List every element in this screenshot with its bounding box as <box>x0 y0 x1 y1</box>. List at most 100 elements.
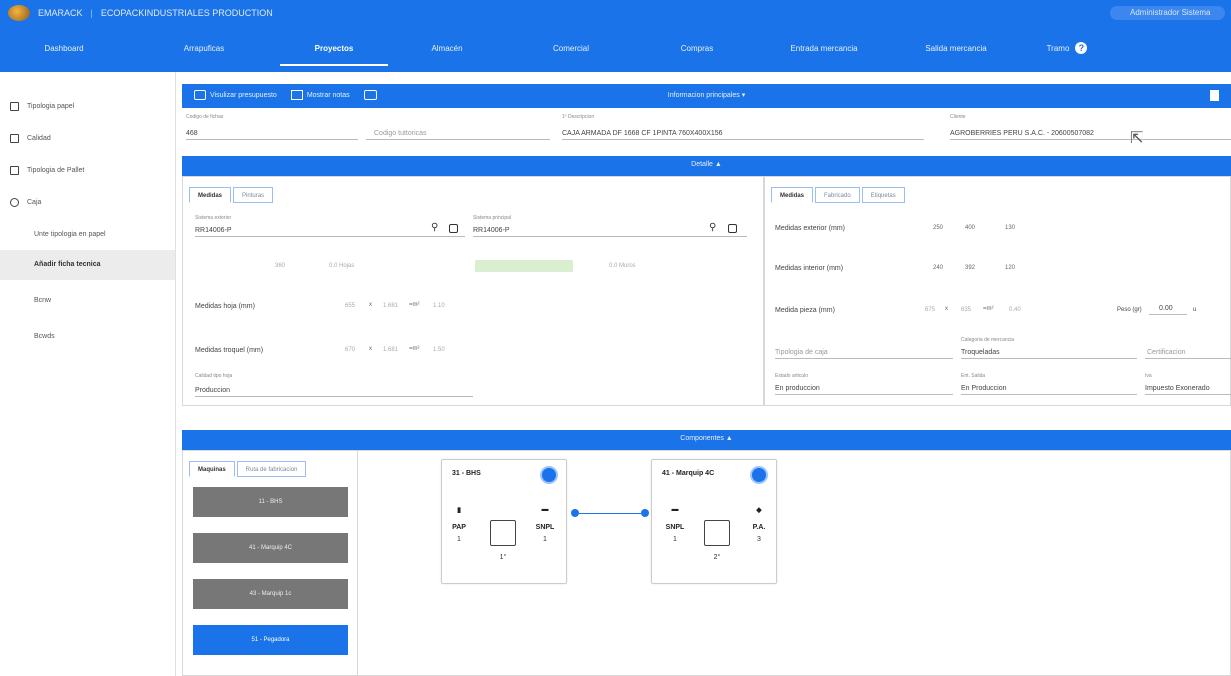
hoja-label: Medidas hoja (mm) <box>195 303 255 310</box>
troquel-c[interactable]: 1.50 <box>433 347 445 353</box>
detail-header[interactable]: Detalle ▲ <box>182 156 1231 176</box>
ext-val-b[interactable]: 400 <box>965 225 975 231</box>
pieza-a[interactable]: 675 <box>925 307 935 313</box>
customer-code-field[interactable]: Codigo tuttoricas <box>366 114 550 140</box>
machine-card[interactable]: 41 - Marquip 4C ▬ SNPL 1 2° ◆ P.A. 3 <box>651 459 777 584</box>
search-icon[interactable]: ⚲ <box>709 223 719 233</box>
nav-tramo[interactable]: Tramo? <box>1022 34 1112 66</box>
pieza-b[interactable]: 635 <box>961 307 971 313</box>
int-val-b[interactable]: 392 <box>965 265 975 271</box>
machine-icon <box>704 520 730 546</box>
sidebar-sub-bcwds[interactable]: Bcwds <box>0 322 175 352</box>
description-field[interactable]: 1º Descripcion CAJA ARMADA DF 1668 CF 1P… <box>562 114 924 140</box>
info-title[interactable]: Informacion principales ▾ <box>182 91 1231 99</box>
int-label: Medidas interior (mm) <box>775 265 844 272</box>
sidebar-item-calidad[interactable]: Calidad <box>0 128 175 148</box>
brand-sub: ECOPACKINDUSTRIALES PRODUCTION <box>100 8 273 18</box>
machine-button-marquip-4c[interactable]: 41 - Marquip 4C <box>193 533 348 563</box>
progress-highlight <box>475 260 573 272</box>
save-icon[interactable] <box>1210 90 1219 101</box>
sidebar-sub-bcnw[interactable]: Bcnw <box>0 286 175 316</box>
tab-fabricado[interactable]: Fabricado <box>815 187 860 203</box>
list-icon <box>10 165 19 175</box>
categoria-select[interactable]: Categoria de mercancia Troqueladas <box>961 337 1137 359</box>
machine-button-marquip-1c[interactable]: 43 - Marquip 1c <box>193 579 348 609</box>
machine-badge-icon[interactable] <box>750 466 768 484</box>
square-icon <box>10 101 19 111</box>
nav-entrada[interactable]: Entrada mercancia <box>758 34 890 66</box>
estado-select[interactable]: Estado articulo En produccion <box>775 373 953 395</box>
peso-label: Peso (gr) <box>1117 307 1142 313</box>
sidebar-item-caja[interactable]: Caja <box>0 192 175 212</box>
ext-val-a[interactable]: 250 <box>933 225 943 231</box>
sidebar: Tipologia papel Calidad Tipologia de Pal… <box>0 72 176 676</box>
client-field[interactable]: Cliente AGROBERRIES PERU S.A.C. - 206005… <box>950 114 1231 140</box>
int-val-a[interactable]: 240 <box>933 265 943 271</box>
components-header[interactable]: Componentes ▲ <box>182 430 1231 450</box>
peso-field[interactable]: 0.00 <box>1149 295 1187 315</box>
pieza-c[interactable]: 0.40 <box>1009 307 1021 313</box>
output-icon: ▬ <box>541 506 549 513</box>
main-nav: Dashboard Arrapuficas Proyectos Almacén … <box>0 34 1231 66</box>
clear-icon[interactable] <box>449 224 458 233</box>
help-icon[interactable]: ? <box>1075 42 1088 54</box>
iva-select[interactable]: Iva Impuesto Exonerado <box>1145 373 1231 395</box>
tipologia-select[interactable]: Tipologia de caja <box>775 337 953 359</box>
input-icon: ▬ <box>671 506 679 513</box>
machine-card[interactable]: 31 - BHS ▮ PAP 1 1° ▬ SNPL 1 <box>441 459 567 584</box>
nav-salida[interactable]: Salida mercancia <box>890 34 1022 66</box>
exterior-system-field[interactable]: Sistema exterior RR14006-P <box>195 215 465 237</box>
sidebar-item-tipologia-papel[interactable]: Tipologia papel <box>0 96 175 116</box>
pieza-label: Medida pieza (mm) <box>775 307 835 314</box>
nav-compras[interactable]: Compras <box>636 34 758 66</box>
nav-proyectos[interactable]: Proyectos <box>280 34 388 66</box>
certificacion-select[interactable]: Certificacion <box>1145 337 1231 359</box>
connector-line <box>579 513 641 514</box>
troquel-label: Medidas troquel (mm) <box>195 347 264 354</box>
connector-dot[interactable] <box>641 509 649 517</box>
gear-icon <box>10 197 19 207</box>
nav-almacen[interactable]: Almacén <box>388 34 506 66</box>
hoja-c[interactable]: 1.10 <box>433 303 445 309</box>
hoja-b[interactable]: 1.681 <box>383 303 398 309</box>
tab-maquinas[interactable]: Maquinas <box>189 461 235 477</box>
machine-button-bhs[interactable]: 11 - BHS <box>193 487 348 517</box>
nav-arrapuficas[interactable]: Arrapuficas <box>128 34 280 66</box>
tab-ruta[interactable]: Ruta de fabricacion <box>236 461 307 477</box>
machine-badge-icon[interactable] <box>540 466 558 484</box>
detail-left-panel: Medidas Pinturas Sistema exterior RR1400… <box>182 176 764 406</box>
troquel-b[interactable]: 1.681 <box>383 347 398 353</box>
sidebar-sub-ficha[interactable]: Añadir ficha tecnica <box>0 250 175 280</box>
info-header: Visulizar presupuesto Mostrar notas Info… <box>182 84 1231 108</box>
user-menu[interactable]: Administrador Sistema <box>1110 6 1225 20</box>
nav-comercial[interactable]: Comercial <box>506 34 636 66</box>
interior-system-field[interactable]: Sistema principal RR14006-P <box>473 215 747 237</box>
search-icon[interactable]: ⚲ <box>431 223 441 233</box>
tab-pinturas[interactable]: Pinturas <box>233 187 274 203</box>
small-value-a: 360 <box>275 263 286 269</box>
small-value-b: 0.0 Hojas <box>329 263 355 269</box>
clear-icon[interactable] <box>728 224 737 233</box>
hoja-calidad-select[interactable]: Calidad tipo hoja Produccion <box>195 373 473 397</box>
code-field[interactable]: Codigo de fichas 468 <box>186 114 358 140</box>
detail-right-panel: Medidas Fabricado Etiquetas Medidas exte… <box>764 176 1231 406</box>
sidebar-sub-unte[interactable]: Unte tipologia en papel <box>0 220 175 250</box>
int-val-c[interactable]: 120 <box>1005 265 1015 271</box>
machine-button-pegadora[interactable]: 51 - Pegadora <box>193 625 348 655</box>
top-bar: EMARACK | ECOPACKINDUSTRIALES PRODUCTION… <box>0 0 1231 72</box>
tab-etiquetas[interactable]: Etiquetas <box>861 187 905 203</box>
mouse-cursor: ⇱ <box>1130 130 1144 147</box>
tab-medidas-left[interactable]: Medidas <box>189 187 232 203</box>
components-panel: Maquinas Ruta de fabricacion 11 - BHS 41… <box>182 450 1231 676</box>
hoja-a[interactable]: 655 <box>345 303 355 309</box>
machine-icon <box>490 520 516 546</box>
troquel-a[interactable]: 670 <box>345 347 355 353</box>
sidebar-item-tipologia-pallet[interactable]: Tipologia de Pallet <box>0 160 175 180</box>
ext-val-c[interactable]: 130 <box>1005 225 1015 231</box>
tab-medidas-right[interactable]: Medidas <box>771 187 814 203</box>
ent-select[interactable]: Ent. Salida En Produccion <box>961 373 1137 395</box>
connector-dot[interactable] <box>571 509 579 517</box>
brand: EMARACK | ECOPACKINDUSTRIALES PRODUCTION <box>8 4 273 22</box>
nav-dashboard[interactable]: Dashboard <box>0 34 128 66</box>
brand-text: EMARACK <box>38 8 83 18</box>
